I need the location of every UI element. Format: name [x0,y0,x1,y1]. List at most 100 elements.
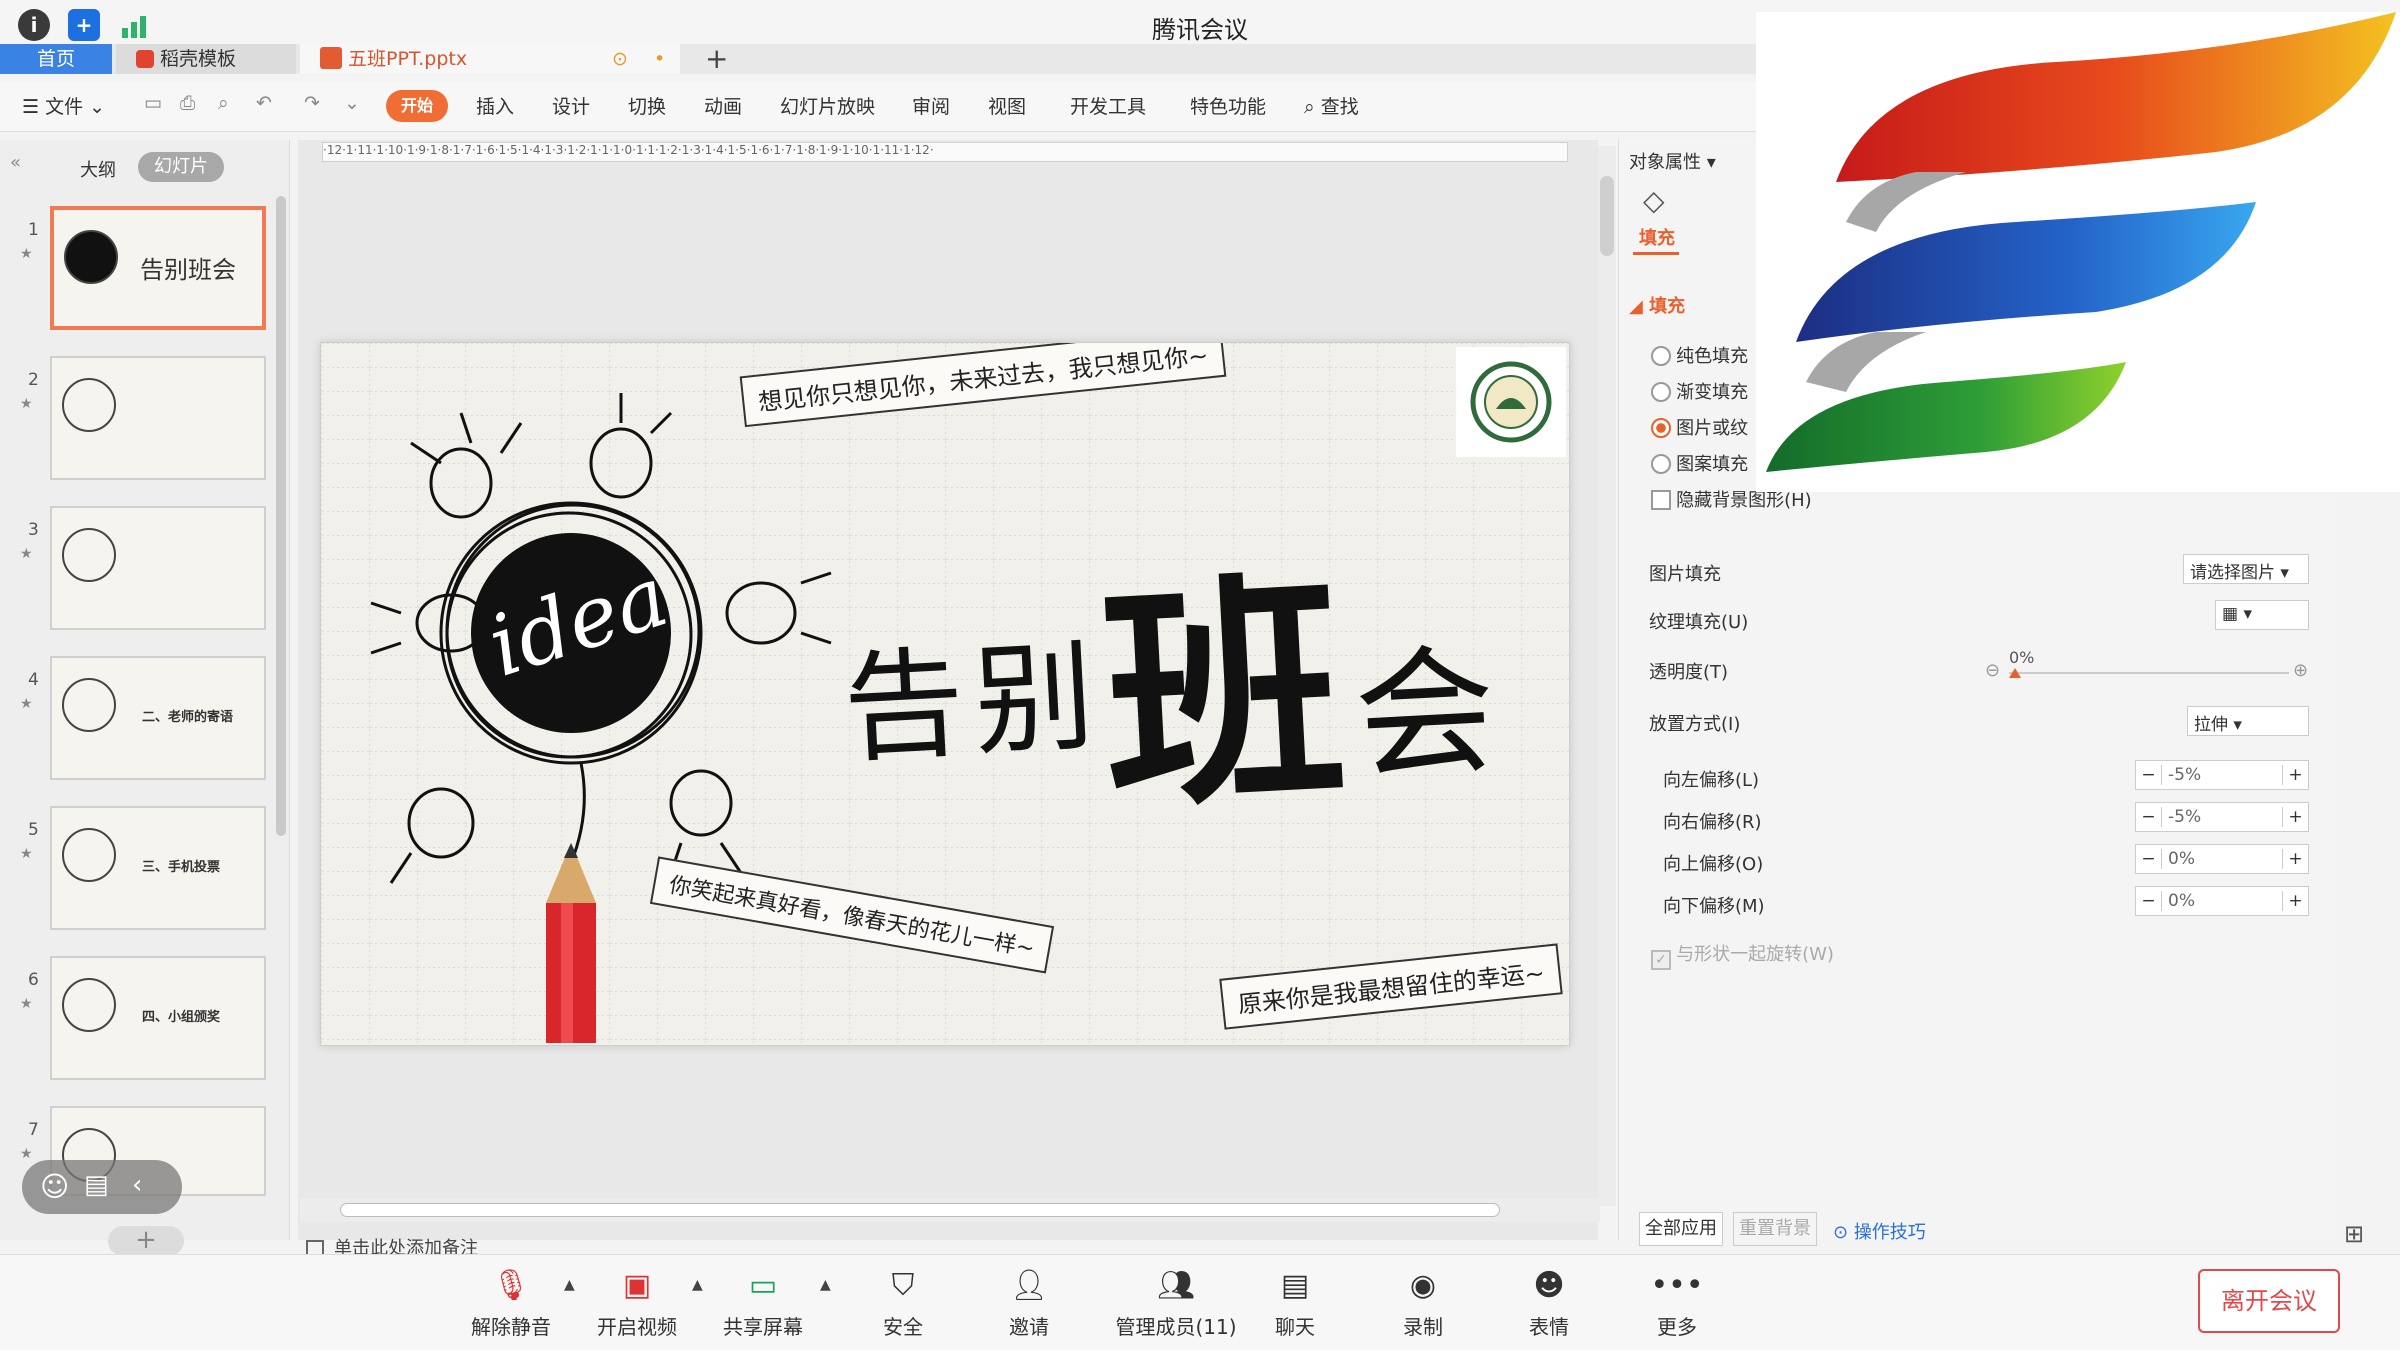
manage-members-button[interactable]: 👥︎ 管理成员(11) [1106,1265,1246,1340]
offset-minus-button[interactable]: − [2136,849,2162,869]
picture-fill-select[interactable]: 请选择图片 ▾ [2183,554,2309,584]
tab-fill[interactable]: 填充 [1639,224,1675,250]
transparency-slider[interactable] [2009,672,2289,674]
offset-plus-button[interactable]: + [2282,891,2308,911]
panel-title[interactable]: 对象属性 ▾ [1629,148,1716,174]
fill-section-header[interactable]: ◢ 填充 [1629,292,1685,318]
tab-home[interactable]: 首页 [0,44,112,74]
radio-solid-fill[interactable]: 纯色填充 [1651,342,1748,368]
offset-minus-button[interactable]: − [2136,765,2162,785]
video-options-caret-icon[interactable]: ▲ [692,1277,703,1293]
editor-vertical-scrollbar[interactable] [1598,146,1616,1206]
floating-chat-pill[interactable]: ☺ ▤ ‹ [22,1160,182,1214]
texture-fill-select[interactable]: ▦ ▾ [2215,600,2309,630]
chat-button[interactable]: ▤ 聊天 [1240,1265,1350,1340]
offset-value[interactable]: -5% [2162,807,2282,827]
offset-minus-button[interactable]: − [2136,807,2162,827]
reactions-button[interactable]: ☻ 表情 [1494,1265,1604,1340]
rotate-with-shape-checkbox[interactable]: ✓ 与形状一起旋转(W) [1651,940,1834,970]
tab-slides[interactable]: 幻灯片 [138,152,224,182]
grid-menu-icon[interactable]: ⊞ [2344,1220,2364,1248]
new-tab-button[interactable]: + [705,42,728,75]
offset-plus-button[interactable]: + [2282,807,2308,827]
menu-slideshow[interactable]: 幻灯片放映 [780,92,875,119]
transparency-minus-icon[interactable]: ⊖ [1985,660,2000,681]
record-button[interactable]: ◉ 录制 [1368,1265,1478,1340]
collapse-left-icon[interactable]: ‹ [132,1170,142,1200]
radio-pattern-fill[interactable]: 图案填充 [1651,450,1748,476]
tab-outline[interactable]: 大纲 [80,156,116,182]
menu-view[interactable]: 视图 [988,92,1026,119]
shield-icon[interactable]: + [68,9,100,41]
editor-vertical-thumb[interactable] [1600,176,1614,256]
preview-icon[interactable]: ⌕ [218,92,229,114]
chat-bubble-icon[interactable]: ▤ [84,1170,109,1200]
offset-stepper[interactable]: −0% + [2135,844,2309,874]
offset-stepper[interactable]: −0% + [2135,886,2309,916]
share-options-caret-icon[interactable]: ▲ [820,1277,831,1293]
apply-all-button[interactable]: 全部应用 [1639,1212,1723,1246]
tips-link[interactable]: ⊙ 操作技巧 [1833,1218,1926,1244]
print-icon[interactable]: ⎙ [180,92,195,114]
tab-template[interactable]: 稻壳模板 [116,44,296,74]
slide-panel-scrollbar[interactable] [276,196,286,836]
info-icon[interactable]: i [18,9,50,41]
share-screen-button[interactable]: ▭ 共享屏幕 [708,1265,818,1340]
sync-warning-icon[interactable]: ⊙ [612,44,628,74]
file-menu-button[interactable]: ☰ 文件 ⌄ [22,92,105,119]
menu-start[interactable]: 开始 [386,90,448,122]
slide-thumbnail[interactable]: 三、手机投票 [50,806,266,930]
signal-icon[interactable] [120,12,154,38]
current-slide[interactable]: 想见你只想见你，未来过去，我只想见你~ idea 告别 班 会 你笑起来真好看，… [320,342,1570,1046]
save-icon[interactable]: ▭ [144,92,162,114]
editor-horizontal-scrollbar[interactable] [300,1198,1600,1222]
menu-design[interactable]: 设计 [552,92,590,119]
menu-insert[interactable]: 插入 [476,92,514,119]
rotate-with-shape-box[interactable]: ✓ [1651,950,1671,970]
audio-options-caret-icon[interactable]: ▲ [564,1277,575,1293]
notes-area[interactable]: 单击此处添加备注 [306,1234,866,1259]
collapse-panel-icon[interactable]: « [10,152,21,173]
start-video-button[interactable]: ▣ 开启视频 [582,1265,692,1340]
undo-icon[interactable]: ↶ [256,92,272,114]
menu-animation[interactable]: 动画 [704,92,742,119]
unmute-button[interactable]: 🎙︎ 解除静音 [456,1265,566,1340]
emoji-icon[interactable]: ☺ [40,1170,69,1203]
menu-transition[interactable]: 切换 [628,92,666,119]
radio-pattern-circle[interactable] [1651,454,1671,474]
offset-value[interactable]: -5% [2162,765,2282,785]
radio-gradient-circle[interactable] [1651,382,1671,402]
slide-thumbnail[interactable] [50,506,266,630]
add-slide-button[interactable]: + [108,1226,184,1256]
offset-minus-button[interactable]: − [2136,891,2162,911]
menu-developer[interactable]: 开发工具 [1070,92,1146,119]
transparency-slider-thumb[interactable] [2009,668,2021,678]
slide-thumbnail[interactable] [50,356,266,480]
invite-button[interactable]: 👤︎ 邀请 [974,1265,1084,1340]
offset-stepper[interactable]: − -5% + [2135,802,2309,832]
slide-thumbnail[interactable]: 告别班会 [50,206,266,330]
hide-background-box[interactable] [1651,490,1671,510]
more-button[interactable]: ••• 更多 [1622,1265,1732,1340]
offset-value[interactable]: 0% [2162,891,2282,911]
radio-picture-fill[interactable]: 图片或纹 [1651,414,1748,440]
editor-horizontal-thumb[interactable] [340,1203,1500,1217]
slide-thumbnail[interactable]: 四、小组颁奖 [50,956,266,1080]
fill-bucket-icon[interactable]: ◇ [1643,184,1665,217]
radio-picture-circle[interactable] [1651,418,1671,438]
radio-gradient-fill[interactable]: 渐变填充 [1651,378,1748,404]
redo-icon[interactable]: ↷ [304,92,320,114]
security-button[interactable]: ⛉ 安全 [848,1265,958,1340]
menu-features[interactable]: 特色功能 [1190,92,1266,119]
offset-plus-button[interactable]: + [2282,765,2308,785]
placement-select[interactable]: 拉伸 ▾ [2187,706,2309,736]
menu-review[interactable]: 审阅 [912,92,950,119]
radio-solid-circle[interactable] [1651,346,1671,366]
offset-stepper[interactable]: − -5% + [2135,760,2309,790]
offset-plus-button[interactable]: + [2282,849,2308,869]
tab-file[interactable]: 五班PPT.pptx ⊙ • [300,44,680,74]
offset-value[interactable]: 0% [2162,849,2282,869]
reset-background-button[interactable]: 重置背景 [1733,1212,1817,1246]
quick-access-dropdown-icon[interactable]: ⌄ [344,92,360,114]
transparency-plus-icon[interactable]: ⊕ [2293,660,2308,681]
